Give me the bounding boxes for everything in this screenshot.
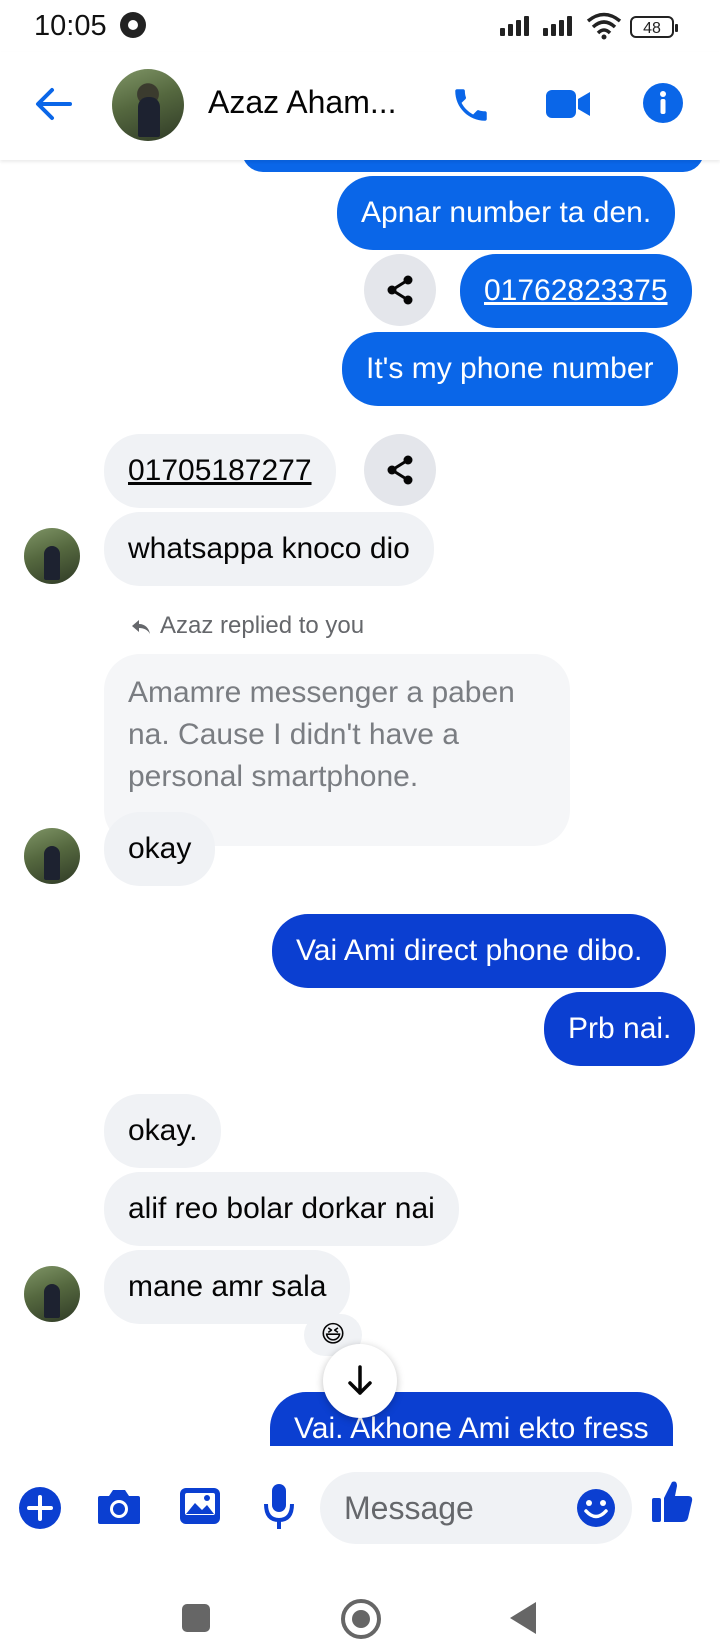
camera-icon[interactable]	[96, 1486, 142, 1526]
message-incoming[interactable]: okay.	[104, 1094, 222, 1168]
dnd-icon	[120, 12, 146, 38]
share-button[interactable]	[364, 254, 436, 326]
message-outgoing-link[interactable]: 01762823375	[460, 254, 692, 328]
reply-icon	[132, 620, 150, 634]
message-placeholder: Message	[344, 1490, 474, 1526]
emoji-icon[interactable]	[576, 1488, 616, 1528]
status-bar: 10:05 48	[0, 0, 720, 52]
composer-bar: Message	[0, 1446, 720, 1566]
message-bubble-partial	[242, 160, 704, 172]
message-outgoing[interactable]: It's my phone number	[342, 332, 678, 406]
nav-circle-icon[interactable]	[341, 1599, 381, 1639]
chat-header: Azaz Aham...	[0, 52, 720, 160]
signal-icon	[500, 16, 529, 36]
share-icon	[387, 275, 413, 305]
plus-icon[interactable]	[18, 1486, 62, 1530]
nav-square-icon[interactable]	[182, 1604, 210, 1632]
contact-name[interactable]: Azaz Aham...	[208, 84, 408, 121]
contact-avatar[interactable]	[112, 69, 184, 141]
message-outgoing[interactable]: Apnar number ta den.	[337, 176, 676, 250]
contact-avatar-small[interactable]	[24, 828, 80, 884]
chat-area[interactable]: Apnar number ta den. 01762823375 It's my…	[0, 160, 720, 1446]
gallery-icon[interactable]	[178, 1486, 222, 1526]
back-arrow-icon[interactable]	[34, 84, 74, 124]
phone-icon[interactable]	[450, 84, 492, 126]
info-icon[interactable]	[642, 82, 684, 124]
battery-indicator: 48	[630, 16, 678, 38]
status-time: 10:05	[34, 10, 107, 42]
system-nav-bar	[0, 1566, 720, 1650]
reply-note: Azaz replied to you	[160, 612, 365, 639]
message-incoming[interactable]: mane amr sala	[104, 1250, 351, 1324]
message-incoming-link[interactable]: 01705187277	[104, 434, 336, 508]
share-icon	[387, 455, 413, 485]
mic-icon[interactable]	[262, 1482, 296, 1532]
message-incoming[interactable]: okay	[104, 812, 216, 886]
wifi-icon	[586, 12, 622, 40]
signal-icon-2	[543, 16, 572, 36]
like-icon[interactable]	[650, 1478, 694, 1524]
contact-avatar-small[interactable]	[24, 528, 80, 584]
message-incoming[interactable]: whatsappa knoco dio	[104, 512, 434, 586]
message-outgoing[interactable]: Vai Ami direct phone dibo.	[272, 914, 667, 988]
video-icon[interactable]	[544, 86, 592, 122]
message-input[interactable]: Message	[320, 1472, 632, 1544]
nav-back-icon[interactable]	[508, 1600, 538, 1636]
arrow-down-icon	[348, 1365, 372, 1395]
contact-avatar-small[interactable]	[24, 1266, 80, 1322]
message-incoming[interactable]: alif reo bolar dorkar nai	[104, 1172, 459, 1246]
message-outgoing[interactable]: Prb nai.	[544, 992, 696, 1066]
scroll-to-bottom-button[interactable]	[323, 1344, 397, 1418]
share-button[interactable]	[364, 434, 436, 506]
